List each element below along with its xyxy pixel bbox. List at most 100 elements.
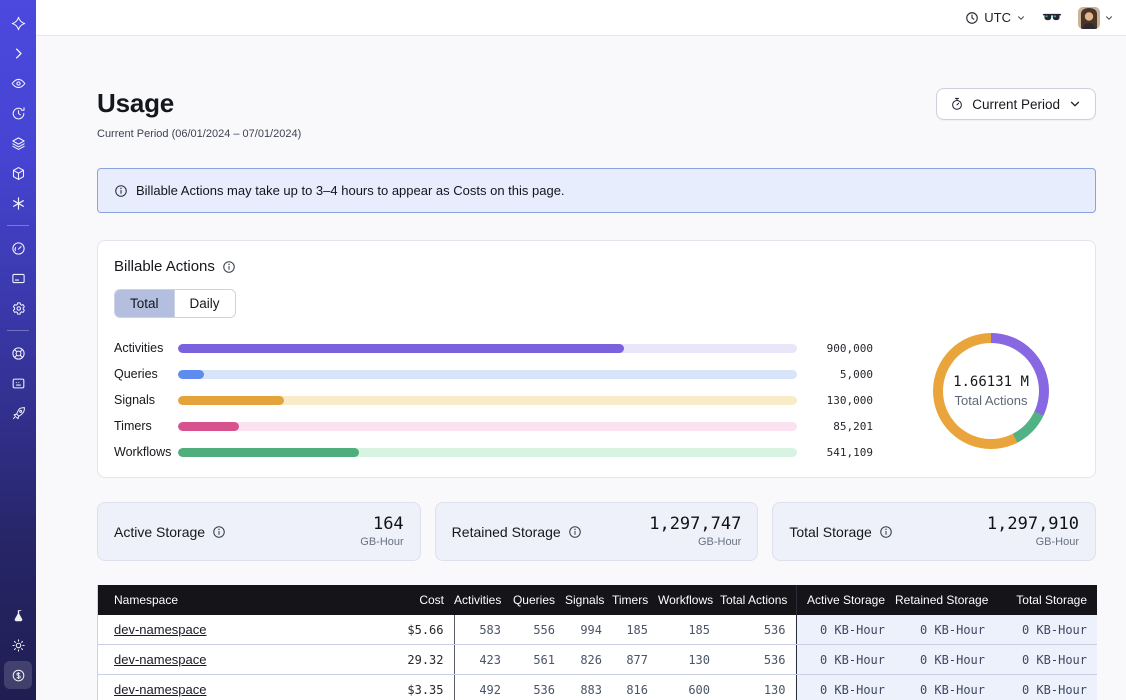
col-header-signals: Signals <box>565 585 612 615</box>
col-header-active-storage: Active Storage <box>796 585 895 615</box>
cell-timers: 816 <box>612 675 658 700</box>
billing-card-icon[interactable] <box>4 264 32 292</box>
namespace-link[interactable]: dev-namespace <box>114 652 207 667</box>
info-icon[interactable] <box>212 525 226 539</box>
console-icon[interactable] <box>4 369 32 397</box>
cell-workflows: 600 <box>658 675 720 700</box>
clock-retry-icon[interactable] <box>4 99 32 127</box>
timezone-label: UTC <box>984 10 1011 25</box>
bar-row-queries: Queries5,000 <box>114 361 873 387</box>
bar-value: 130,000 <box>797 394 873 407</box>
info-icon[interactable] <box>879 525 893 539</box>
namespace-link[interactable]: dev-namespace <box>114 682 207 697</box>
col-header-total-storage: Total Storage <box>995 585 1097 615</box>
lifebuoy-icon[interactable] <box>4 339 32 367</box>
cell-total-storage: 0 KB-Hour <box>995 645 1097 675</box>
cell-signals: 826 <box>565 645 612 675</box>
cell-total-storage: 0 KB-Hour <box>995 675 1097 700</box>
cell-workflows: 130 <box>658 645 720 675</box>
col-header-activities: Activities <box>454 585 511 615</box>
bar-fill <box>178 396 284 405</box>
cell-activities: 583 <box>454 615 511 645</box>
sidebar <box>0 0 36 700</box>
col-header-namespace: Namespace <box>98 585 348 615</box>
cell-timers: 877 <box>612 645 658 675</box>
bar-value: 85,201 <box>797 420 873 433</box>
period-dropdown-button[interactable]: Current Period <box>936 88 1096 120</box>
asterisk-icon[interactable] <box>4 189 32 217</box>
active-storage-unit: GB-Hour <box>360 536 403 548</box>
col-header-timers: Timers <box>612 585 658 615</box>
col-header-retained-storage: Retained Storage <box>895 585 995 615</box>
usage-dollar-icon[interactable] <box>4 661 32 689</box>
avatar <box>1078 7 1100 29</box>
cell-cost: $3.35 <box>348 675 454 700</box>
cell-retained-storage: 0 KB-Hour <box>895 675 995 700</box>
donut-ring: 1.66131 M Total Actions <box>933 333 1049 449</box>
cell-total-storage: 0 KB-Hour <box>995 615 1097 645</box>
tab-total[interactable]: Total <box>115 290 174 317</box>
sunglasses-icon[interactable] <box>1042 8 1062 28</box>
cell-active-storage: 0 KB-Hour <box>796 675 895 700</box>
topbar: UTC <box>36 0 1126 36</box>
bar-track <box>178 396 797 405</box>
cell-signals: 994 <box>565 615 612 645</box>
total-daily-tab-group: TotalDaily <box>114 289 236 318</box>
bar-track <box>178 344 797 353</box>
cell-total-actions: 536 <box>720 645 796 675</box>
cell-signals: 883 <box>565 675 612 700</box>
chevron-down-icon <box>1016 13 1026 23</box>
expand-chevron-icon[interactable] <box>4 39 32 67</box>
main-area: UTC Usage Current Period (06/01/2024 – 0… <box>36 0 1126 700</box>
bar-label: Signals <box>114 393 178 407</box>
info-icon[interactable] <box>568 525 582 539</box>
namespace-link[interactable]: dev-namespace <box>114 622 207 637</box>
bar-row-timers: Timers85,201 <box>114 413 873 439</box>
sidebar-divider <box>7 330 29 331</box>
retained-storage-unit: GB-Hour <box>649 536 741 548</box>
sidebar-divider <box>7 225 29 226</box>
table-row: dev-namespace$5.665835569941851855360 KB… <box>98 615 1097 645</box>
active-storage-label: Active Storage <box>114 524 205 540</box>
info-icon <box>114 184 128 198</box>
bar-row-workflows: Workflows541,109 <box>114 439 873 465</box>
col-header-cost: Cost <box>348 585 454 615</box>
cell-active-storage: 0 KB-Hour <box>796 615 895 645</box>
banner-text: Billable Actions may take up to 3–4 hour… <box>136 183 565 198</box>
rocket-icon[interactable] <box>4 399 32 427</box>
namespace-usage-table: NamespaceCostActivitiesQueriesSignalsTim… <box>97 585 1096 700</box>
cell-total-actions: 130 <box>720 675 796 700</box>
cell-total-actions: 536 <box>720 615 796 645</box>
cube-icon[interactable] <box>4 159 32 187</box>
col-header-total-actions: Total Actions <box>720 585 796 615</box>
active-storage-card: Active Storage 164 GB-Hour <box>97 502 421 561</box>
info-banner: Billable Actions may take up to 3–4 hour… <box>97 168 1096 213</box>
billable-actions-card: Billable Actions TotalDaily Activities90… <box>97 240 1096 478</box>
cell-queries: 556 <box>511 615 565 645</box>
total-storage-value: 1,297,910 <box>987 515 1079 534</box>
donut-center: 1.66131 M Total Actions <box>943 343 1039 439</box>
bar-value: 900,000 <box>797 342 873 355</box>
clock-icon <box>965 11 979 25</box>
sun-icon[interactable] <box>4 631 32 659</box>
bar-track <box>178 370 797 379</box>
billable-actions-title-row: Billable Actions <box>114 258 1079 275</box>
account-menu[interactable] <box>1078 7 1114 29</box>
gear-icon[interactable] <box>4 294 32 322</box>
cell-queries: 561 <box>511 645 565 675</box>
tab-daily[interactable]: Daily <box>174 290 235 317</box>
layers-icon[interactable] <box>4 129 32 157</box>
billable-bar-chart: Activities900,000Queries5,000Signals130,… <box>114 335 873 465</box>
timezone-selector[interactable]: UTC <box>965 10 1026 25</box>
eye-icon[interactable] <box>4 69 32 97</box>
temporal-logo-icon[interactable] <box>4 9 32 37</box>
bar-value: 541,109 <box>797 446 873 459</box>
flask-icon[interactable] <box>4 601 32 629</box>
info-icon[interactable] <box>222 260 236 274</box>
table-header-row: NamespaceCostActivitiesQueriesSignalsTim… <box>98 585 1097 615</box>
cell-retained-storage: 0 KB-Hour <box>895 615 995 645</box>
table-row: dev-namespace$3.354925368838166001300 KB… <box>98 675 1097 700</box>
gauge-icon[interactable] <box>4 234 32 262</box>
total-storage-label: Total Storage <box>789 524 872 540</box>
retained-storage-value: 1,297,747 <box>649 515 741 534</box>
